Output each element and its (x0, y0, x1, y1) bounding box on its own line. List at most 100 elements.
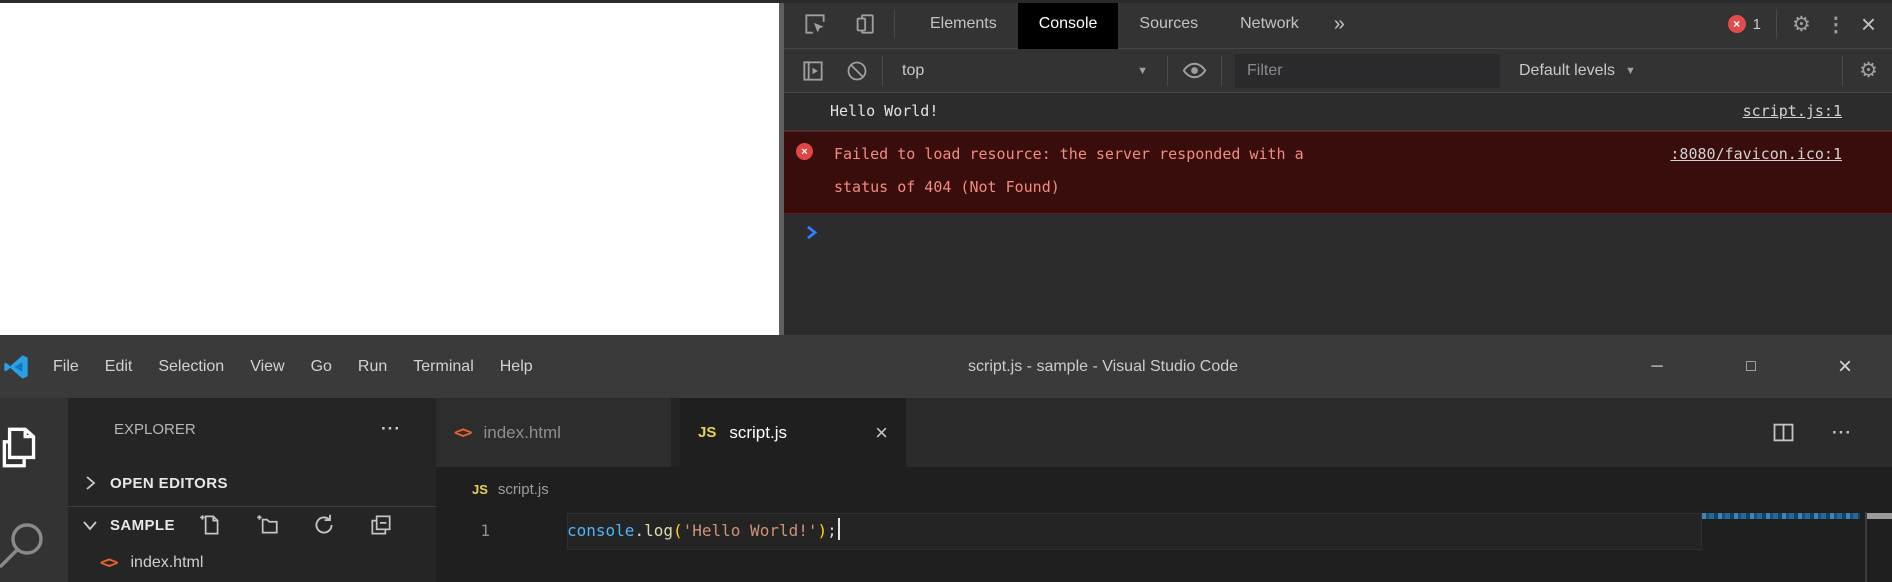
folder-section-label: SAMPLE (110, 517, 175, 534)
editor-more-icon[interactable]: ··· (1832, 423, 1852, 443)
browser-window-edge (0, 0, 1892, 3)
minimap-divider (1865, 512, 1867, 582)
devtools-panel: Elements Console Sources Network » × 1 ⚙… (779, 0, 1892, 335)
new-folder-icon[interactable] (254, 512, 280, 538)
minimap[interactable] (1702, 513, 1860, 519)
explorer-header: EXPLORER ··· (68, 398, 436, 461)
chevron-down-icon: ▼ (1625, 65, 1636, 77)
toolbar-separator (1167, 56, 1168, 86)
console-error-source-link[interactable]: :8080/favicon.ico:1 (1670, 138, 1842, 171)
code-editor[interactable]: 1 console.log('Hello World!'); (436, 512, 1892, 582)
minimize-button[interactable]: ─ (1610, 335, 1704, 398)
explorer-files-icon[interactable] (0, 422, 45, 472)
token-paren-close: ) (817, 521, 827, 540)
html-file-icon: <> (100, 553, 116, 573)
activity-bar (0, 398, 68, 582)
editor-area: <> index.html JS script.js × (436, 398, 1892, 582)
chevron-right-icon (82, 475, 98, 491)
inspect-element-icon[interactable] (802, 11, 828, 37)
context-selector[interactable]: top ▼ (896, 62, 1154, 80)
log-levels-dropdown[interactable]: Default levels ▼ (1519, 62, 1636, 80)
error-circle-icon: × (796, 143, 813, 160)
tab-sources[interactable]: Sources (1118, 0, 1219, 49)
vscode-titlebar: File Edit Selection View Go Run Terminal… (0, 335, 1892, 398)
collapse-all-icon[interactable] (368, 512, 394, 538)
js-file-icon: JS (698, 424, 716, 441)
html-file-icon: <> (454, 423, 470, 443)
file-item-index-html[interactable]: <> index.html (68, 544, 436, 582)
close-button[interactable]: × (1798, 335, 1892, 398)
scrollbar-marker[interactable] (1867, 513, 1892, 519)
eye-icon[interactable] (1181, 57, 1208, 84)
filter-input[interactable] (1235, 54, 1500, 88)
console-log-text: Hello World! (830, 93, 938, 130)
open-editors-section[interactable]: OPEN EDITORS (68, 461, 436, 507)
error-line-1: Failed to load resource: the server resp… (834, 145, 1304, 163)
toolbar-separator (882, 56, 883, 86)
menu-edit[interactable]: Edit (92, 335, 146, 398)
folder-section-sample[interactable]: SAMPLE (68, 507, 436, 544)
menu-run[interactable]: Run (345, 335, 400, 398)
token-log: log (644, 521, 673, 540)
tabbar-actions: ··· (1770, 398, 1892, 467)
tab-label: script.js (729, 423, 787, 443)
devtools-toolbar: Elements Console Sources Network » × 1 ⚙… (784, 0, 1892, 49)
console-prompt[interactable] (784, 214, 1892, 241)
token-dot: . (634, 521, 644, 540)
refresh-icon[interactable] (311, 512, 337, 538)
tab-network[interactable]: Network (1219, 0, 1320, 49)
token-semicolon: ; (827, 521, 837, 540)
tab-elements[interactable]: Elements (909, 0, 1018, 49)
more-tabs-icon[interactable]: » (1320, 13, 1359, 36)
explorer-sidebar: EXPLORER ··· OPEN EDITORS SAMPLE (68, 398, 436, 582)
chevron-down-icon: ▼ (1137, 65, 1148, 77)
error-line-2: status of 404 (Not Found) (834, 178, 1060, 196)
search-icon[interactable] (0, 514, 53, 570)
explorer-more-icon[interactable]: ··· (381, 419, 401, 439)
vscode-window: File Edit Selection View Go Run Terminal… (0, 335, 1892, 582)
open-editors-label: OPEN EDITORS (110, 475, 228, 492)
menu-view[interactable]: View (237, 335, 297, 398)
menu-selection[interactable]: Selection (145, 335, 237, 398)
console-sidebar-icon[interactable] (800, 58, 826, 84)
device-toolbar-icon[interactable] (850, 11, 876, 37)
console-log-source-link[interactable]: script.js:1 (1743, 93, 1842, 130)
toolbar-separator (894, 9, 895, 39)
split-editor-icon[interactable] (1770, 419, 1797, 446)
settings-gear-icon[interactable]: ⚙ (1792, 12, 1811, 37)
explorer-title: EXPLORER (114, 421, 196, 438)
code-line-1: console.log('Hello World!'); (567, 512, 840, 550)
devtools-menu-icon[interactable]: ⋮ (1826, 12, 1846, 37)
vscode-logo-icon[interactable] (2, 353, 30, 381)
tab-script-js[interactable]: JS script.js × (680, 398, 906, 467)
console-log-row: Hello World! script.js:1 (784, 93, 1892, 131)
context-selector-value: top (902, 62, 924, 80)
menu-help[interactable]: Help (487, 335, 546, 398)
log-levels-value: Default levels (1519, 62, 1615, 80)
tab-close-icon[interactable]: × (865, 420, 888, 446)
token-string: 'Hello World!' (683, 521, 818, 540)
window-title: script.js - sample - Visual Studio Code (968, 335, 1238, 398)
new-file-icon[interactable] (197, 512, 223, 538)
token-paren-open: ( (673, 521, 683, 540)
menu-file[interactable]: File (40, 335, 92, 398)
console-error-text: Failed to load resource: the server resp… (834, 138, 1304, 204)
console-settings-gear-icon[interactable]: ⚙ (1859, 58, 1878, 83)
devtools-close-icon[interactable]: × (1861, 11, 1876, 37)
token-console: console (567, 521, 634, 540)
vscode-workbench: EXPLORER ··· OPEN EDITORS SAMPLE (0, 398, 1892, 582)
menu-terminal[interactable]: Terminal (400, 335, 486, 398)
tab-index-html[interactable]: <> index.html (436, 398, 680, 467)
clear-console-icon[interactable] (845, 59, 869, 83)
chevron-down-icon (82, 517, 98, 533)
tab-console[interactable]: Console (1018, 0, 1119, 49)
error-count-badge[interactable]: × 1 (1728, 15, 1761, 33)
toolbar-right-group: × 1 ⚙ ⋮ × (1728, 9, 1892, 39)
screenshot-root: Elements Console Sources Network » × 1 ⚙… (0, 0, 1892, 582)
maximize-button[interactable]: □ (1704, 335, 1798, 398)
breadcrumb[interactable]: JS script.js (436, 467, 1892, 512)
text-cursor (838, 518, 840, 540)
menu-go[interactable]: Go (298, 335, 345, 398)
console-error-row: × Failed to load resource: the server re… (784, 131, 1892, 214)
error-badge-count: 1 (1753, 16, 1761, 33)
